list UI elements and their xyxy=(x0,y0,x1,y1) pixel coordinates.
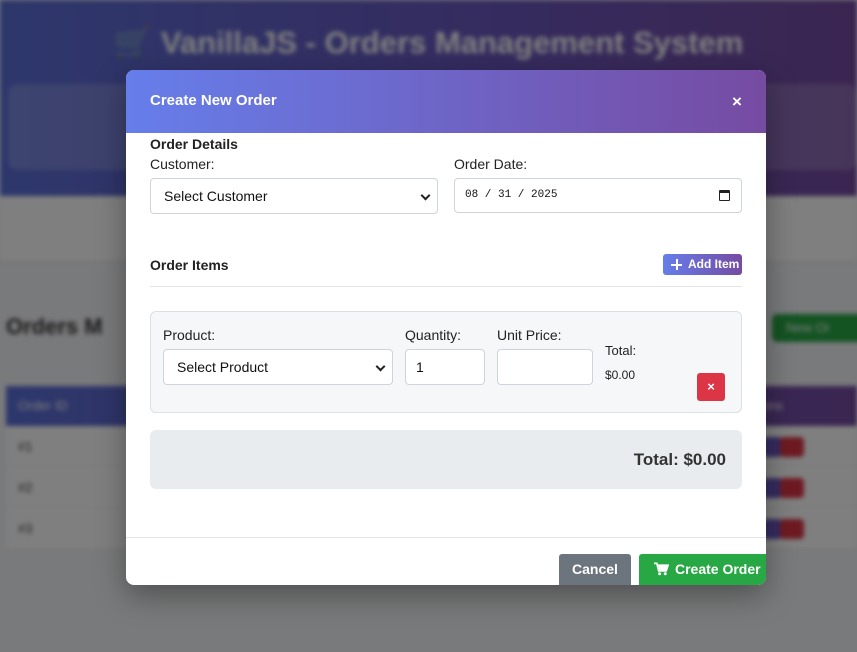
customer-label: Customer: xyxy=(150,156,215,172)
plus-icon xyxy=(671,259,682,270)
customer-select-value: Select Customer xyxy=(164,188,268,204)
calendar-icon[interactable] xyxy=(719,190,730,201)
remove-item-button[interactable]: × xyxy=(697,373,725,401)
product-select-value: Select Product xyxy=(177,359,269,375)
close-icon: × xyxy=(707,379,715,394)
product-label: Product: xyxy=(163,327,216,343)
create-order-modal: Create New Order × Order Details Custome… xyxy=(126,70,766,585)
divider xyxy=(150,286,742,287)
close-icon[interactable]: × xyxy=(728,92,746,112)
chevron-down-icon xyxy=(420,190,431,201)
quantity-input[interactable]: 1 xyxy=(405,349,485,385)
unit-price-input[interactable] xyxy=(497,349,593,385)
order-total-box: Total: $0.00 xyxy=(150,430,742,489)
customer-select[interactable]: Select Customer xyxy=(150,178,438,214)
create-order-label: Create Order xyxy=(675,561,761,577)
item-total-value: $0.00 xyxy=(605,368,636,382)
add-item-label: Add Item xyxy=(688,257,740,271)
chevron-down-icon xyxy=(375,361,386,372)
modal-title: Create New Order xyxy=(150,92,277,109)
modal-footer-divider xyxy=(126,537,766,538)
quantity-label: Quantity: xyxy=(405,327,462,343)
order-date-label: Order Date: xyxy=(454,156,528,172)
order-date-value: 08 / 31 / 2025 xyxy=(465,189,558,201)
order-items-heading: Order Items xyxy=(150,257,229,273)
product-select[interactable]: Select Product xyxy=(163,349,393,385)
order-item-card: Product: Select Product Quantity: 1 Unit… xyxy=(150,311,742,413)
unit-price-label: Unit Price: xyxy=(497,327,562,343)
create-order-button[interactable]: Create Order xyxy=(639,554,766,585)
item-total-label: Total: xyxy=(605,343,637,358)
order-total: Total: $0.00 xyxy=(633,450,726,469)
cart-icon xyxy=(654,562,669,576)
add-item-button[interactable]: Add Item xyxy=(663,254,742,275)
order-details-heading: Order Details xyxy=(150,136,238,152)
modal-header: Create New Order × xyxy=(126,70,766,133)
order-date-input[interactable]: 08 / 31 / 2025 xyxy=(454,178,742,213)
cancel-button[interactable]: Cancel xyxy=(559,554,631,585)
